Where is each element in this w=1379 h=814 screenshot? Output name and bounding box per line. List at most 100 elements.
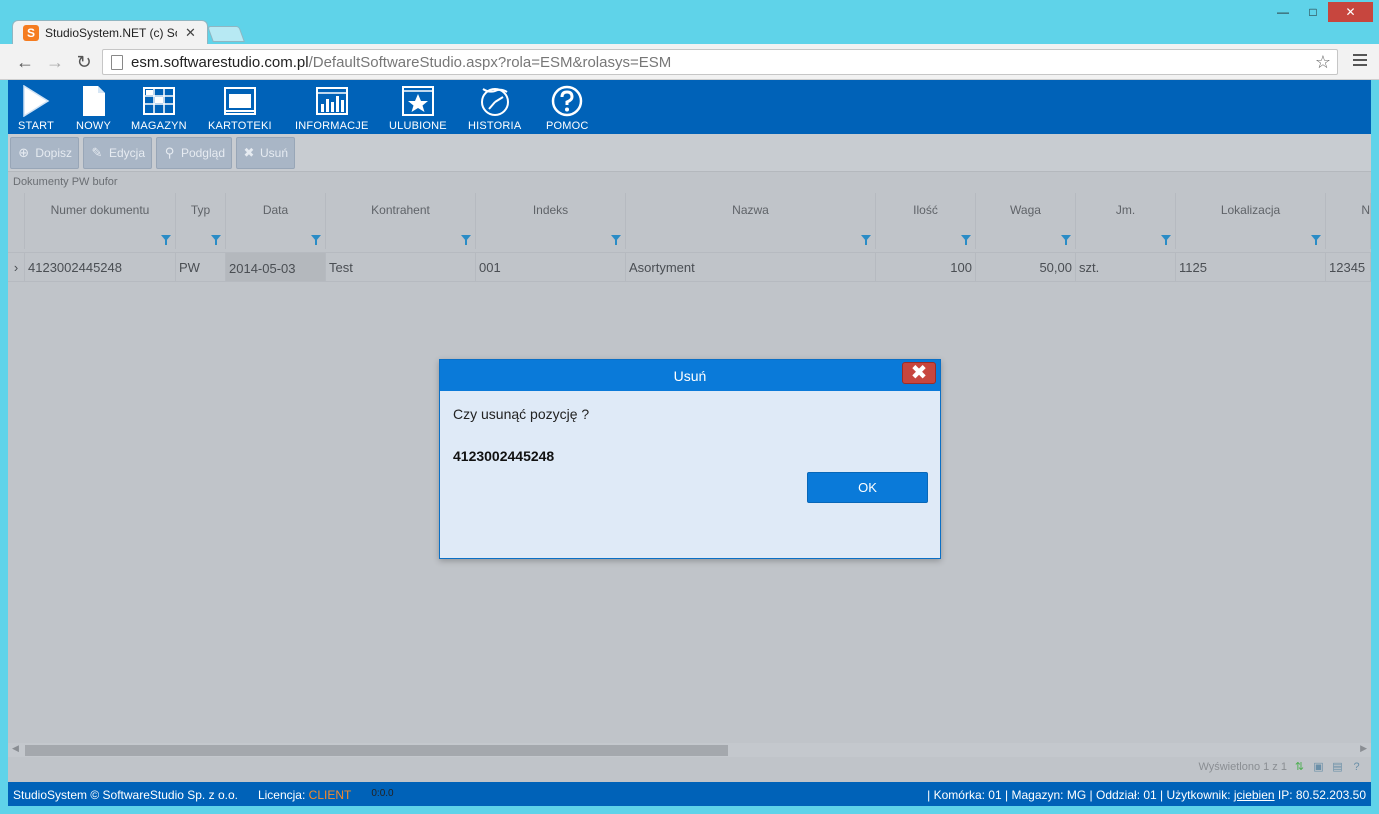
- filter-funnel-icon[interactable]: [1161, 235, 1171, 245]
- column-header[interactable]: Nazwa: [626, 193, 876, 227]
- dialog-close-button[interactable]: ✖: [902, 362, 936, 384]
- cell-jm[interactable]: szt.: [1076, 253, 1176, 281]
- column-header[interactable]: Ilość: [876, 193, 976, 227]
- address-bar[interactable]: esm.softwarestudio.com.pl/DefaultSoftwar…: [102, 49, 1338, 75]
- filter-funnel-icon[interactable]: [961, 235, 971, 245]
- nav-nowy[interactable]: NOWY: [76, 84, 111, 132]
- play-icon: [22, 84, 50, 118]
- nav-start[interactable]: START: [18, 84, 54, 132]
- filter-funnel-icon[interactable]: [311, 235, 321, 245]
- scrollbar-thumb[interactable]: [25, 745, 728, 756]
- edycja-button[interactable]: ✎ Edycja: [83, 137, 152, 169]
- filter-funnel-icon[interactable]: [1061, 235, 1071, 245]
- new-tab-button[interactable]: [207, 26, 245, 42]
- filter-funnel-icon[interactable]: [211, 235, 221, 245]
- export-icon[interactable]: ▣: [1312, 760, 1325, 773]
- row-indicator-icon[interactable]: ›: [8, 253, 25, 281]
- filter-cell[interactable]: [476, 227, 626, 249]
- reload-button[interactable]: ↻: [73, 51, 95, 73]
- window-controls: — □ ✕: [1268, 2, 1373, 22]
- refresh-icon[interactable]: ⇅: [1293, 760, 1306, 773]
- table-row[interactable]: › 4123002445248 PW 2014-05-03 Test 001 A…: [8, 252, 1371, 282]
- nav-historia-label: HISTORIA: [468, 120, 522, 132]
- nav-kartoteki[interactable]: KARTOTEKI: [208, 84, 272, 132]
- dialog-document-number: 4123002445248: [453, 448, 555, 464]
- cell-kontrahent[interactable]: Test: [326, 253, 476, 281]
- column-header[interactable]: Typ: [176, 193, 226, 227]
- status-right: | Komórka: 01 | Magazyn: MG | Oddział: 0…: [927, 788, 1366, 802]
- cell-lokalizacja[interactable]: 1125: [1176, 253, 1326, 281]
- cell-n[interactable]: 12345: [1326, 253, 1371, 281]
- column-header[interactable]: Indeks: [476, 193, 626, 227]
- bar-chart-icon: [315, 84, 348, 118]
- back-button[interactable]: ←: [14, 51, 36, 73]
- status-ip: IP: 80.52.203.50: [1277, 788, 1366, 802]
- nav-ulubione[interactable]: ULUBIONE: [389, 84, 447, 132]
- cell-waga[interactable]: 50,00: [976, 253, 1076, 281]
- filter-cell[interactable]: [876, 227, 976, 249]
- filter-cell[interactable]: [1326, 227, 1371, 249]
- grid-pager: Wyświetlono 1 z 1 ⇅ ▣ ▤ ?: [1198, 760, 1363, 774]
- column-header[interactable]: N: [1326, 193, 1371, 227]
- dialog-title: Usuń: [673, 367, 707, 384]
- scroll-left-icon[interactable]: ◀: [12, 743, 19, 754]
- column-header[interactable]: Waga: [976, 193, 1076, 227]
- column-header[interactable]: Lokalizacja: [1176, 193, 1326, 227]
- help-small-icon[interactable]: ?: [1350, 760, 1363, 773]
- filter-cell[interactable]: [176, 227, 226, 249]
- ok-button[interactable]: OK: [807, 472, 928, 503]
- cell-numer-dokumentu[interactable]: 4123002445248: [25, 253, 176, 281]
- forward-button[interactable]: →: [44, 51, 66, 73]
- dialog-message: Czy usunąć pozycję ?: [453, 406, 590, 422]
- nav-informacje[interactable]: INFORMACJE: [295, 84, 369, 132]
- browser-tab[interactable]: S StudioSystem.NET (c) Soft ✕: [12, 20, 208, 45]
- status-separator: |: [1160, 788, 1164, 802]
- podglad-button[interactable]: ⚲ Podgląd: [156, 137, 232, 169]
- maximize-button[interactable]: □: [1298, 2, 1328, 22]
- usun-button[interactable]: ✖ Usuń: [236, 137, 295, 169]
- cell-indeks[interactable]: 001: [476, 253, 626, 281]
- horizontal-scrollbar[interactable]: ◀ ▶: [8, 743, 1371, 757]
- status-magazyn: Magazyn: MG: [1011, 788, 1087, 802]
- filter-cell[interactable]: [1176, 227, 1326, 249]
- nav-ulubione-label: ULUBIONE: [389, 120, 447, 132]
- dopisz-button[interactable]: ⊕ Dopisz: [10, 137, 79, 169]
- cell-data[interactable]: 2014-05-03: [226, 253, 326, 281]
- column-header[interactable]: Kontrahent: [326, 193, 476, 227]
- tab-close-icon[interactable]: ✕: [185, 25, 196, 41]
- filter-cell[interactable]: [976, 227, 1076, 249]
- nav-magazyn[interactable]: MAGAZYN: [131, 84, 187, 132]
- column-header[interactable]: Data: [226, 193, 326, 227]
- cell-typ[interactable]: PW: [176, 253, 226, 281]
- filter-cell[interactable]: [226, 227, 326, 249]
- filter-funnel-icon[interactable]: [161, 235, 171, 245]
- scroll-right-icon[interactable]: ▶: [1360, 743, 1367, 754]
- print-icon[interactable]: ▤: [1331, 760, 1344, 773]
- window-close-button[interactable]: ✕: [1328, 2, 1373, 22]
- column-header[interactable]: Numer dokumentu: [25, 193, 176, 227]
- status-komorka: Komórka: 01: [933, 788, 1002, 802]
- filter-cell[interactable]: [326, 227, 476, 249]
- filter-funnel-icon[interactable]: [611, 235, 621, 245]
- dopisz-label: Dopisz: [35, 146, 72, 160]
- nav-pomoc[interactable]: POMOC: [546, 84, 589, 132]
- column-header[interactable]: Jm.: [1076, 193, 1176, 227]
- filter-cell[interactable]: [25, 227, 176, 249]
- bookmark-star-icon[interactable]: ☆: [1315, 52, 1331, 73]
- filter-funnel-icon[interactable]: [461, 235, 471, 245]
- cell-nazwa[interactable]: Asortyment: [626, 253, 876, 281]
- minimize-button[interactable]: —: [1268, 2, 1298, 22]
- timer-text: 0:0.0: [371, 788, 394, 799]
- browser-menu-icon[interactable]: [1353, 54, 1367, 69]
- magnifier-icon: ⚲: [164, 145, 175, 160]
- nav-historia[interactable]: HISTORIA: [468, 84, 521, 132]
- status-user-link[interactable]: jciebien: [1234, 788, 1275, 802]
- status-left: StudioSystem © SoftwareStudio Sp. z o.o.…: [13, 788, 394, 802]
- status-separator: |: [1005, 788, 1009, 802]
- filter-cell[interactable]: [626, 227, 876, 249]
- podglad-label: Podgląd: [180, 146, 225, 160]
- filter-funnel-icon[interactable]: [861, 235, 871, 245]
- filter-funnel-icon[interactable]: [1311, 235, 1321, 245]
- filter-cell[interactable]: [1076, 227, 1176, 249]
- cell-ilosc[interactable]: 100: [876, 253, 976, 281]
